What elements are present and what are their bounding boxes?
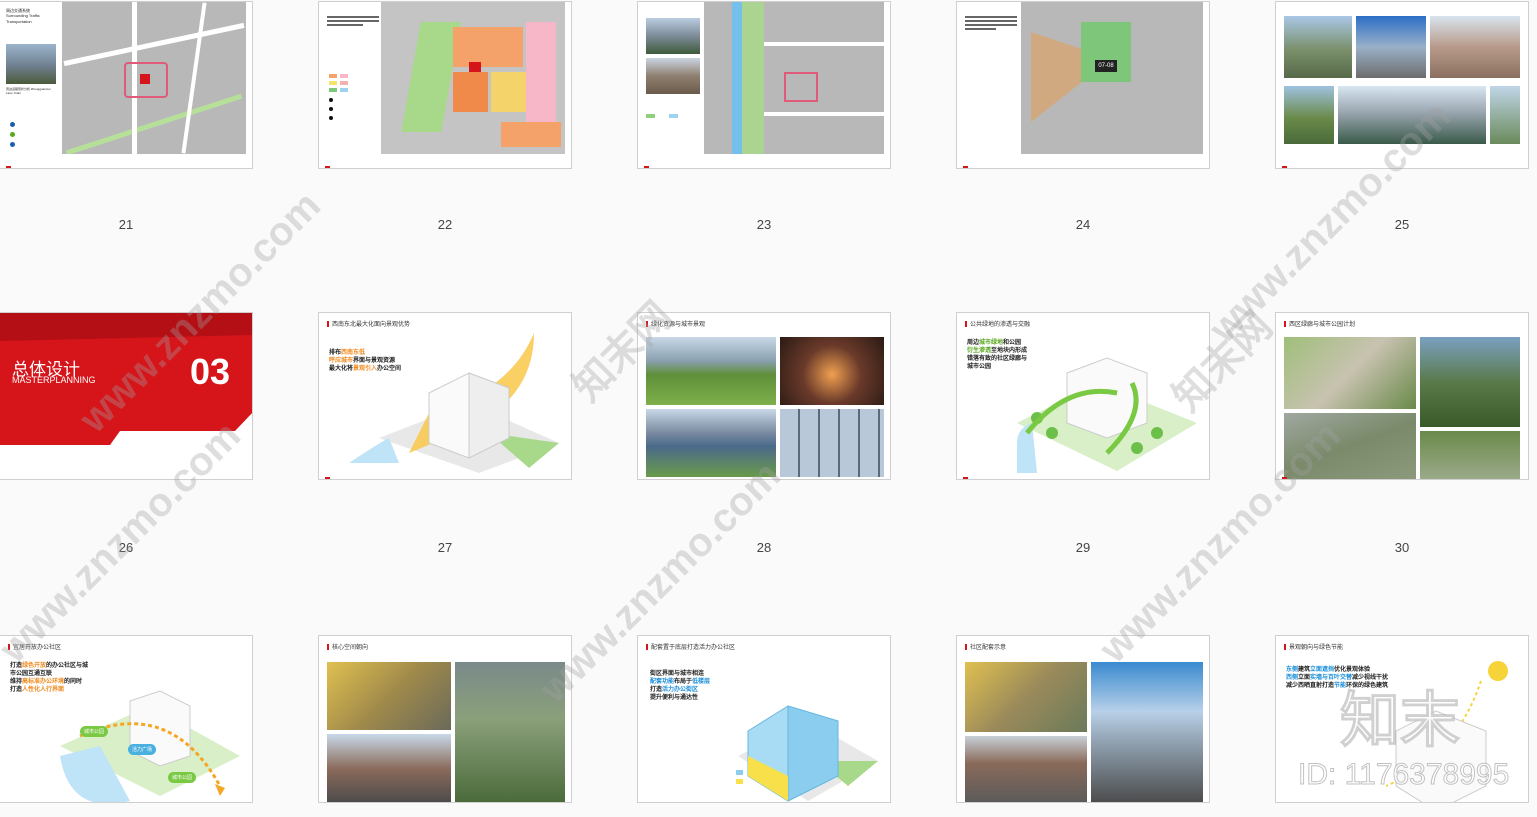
slide-thumbnail-27[interactable]: 西南东北最大化面向景观优势 排布西南东低 呼应城市界面与景观资源 最大化将景观引… xyxy=(318,312,572,480)
slide28-photo-lounge xyxy=(780,337,884,405)
slide24-text-block xyxy=(965,16,1017,32)
slide27-massing-diagram xyxy=(349,333,559,473)
slide-number: 23 xyxy=(756,217,772,232)
slide-number: 26 xyxy=(118,540,134,555)
slide34-photo-2 xyxy=(965,736,1087,802)
slide-number: 29 xyxy=(1075,540,1091,555)
slide28-title: 绿化资源与城市景观 xyxy=(646,319,705,328)
slide-footer xyxy=(325,160,425,168)
watermark-id: ID: 1176378995 xyxy=(1297,758,1510,792)
slide28-photo-waterfront xyxy=(646,409,776,477)
slide30-title: 西区绿廊与城市公园计划 xyxy=(1284,319,1355,328)
slide-number: 30 xyxy=(1394,540,1410,555)
slide33-legend xyxy=(736,770,743,784)
slide-thumbnail-34[interactable]: 社区配套示意 xyxy=(956,635,1210,803)
slide22-text-block xyxy=(327,16,379,28)
slide-footer xyxy=(1282,471,1382,479)
slide-thumbnail-28[interactable]: 绿化资源与城市景观 xyxy=(637,312,891,480)
slide34-title: 社区配套示意 xyxy=(965,642,1006,651)
slide-thumbnail-26[interactable]: 总体设计 MASTERPLANNING 03 xyxy=(0,312,253,480)
slide-number: 21 xyxy=(118,217,134,232)
slide25-photo-6 xyxy=(1490,86,1520,144)
slide26-en-title: MASTERPLANNING xyxy=(12,375,96,385)
slide26-section-number: 03 xyxy=(190,351,231,392)
slide31-tag-3: 城市公园 xyxy=(168,772,197,783)
slide33-massing-diagram xyxy=(738,705,878,802)
slide-number: 22 xyxy=(437,217,453,232)
slide21-caption: 周边道路现状分析 Zhongguancun Lane Yulan xyxy=(6,87,51,96)
slide23-green-map xyxy=(704,2,884,154)
slide-number: 24 xyxy=(1075,217,1091,232)
slide-footer xyxy=(963,160,1063,168)
slide-footer xyxy=(963,471,1063,479)
slide31-tag-2: 活力广场 xyxy=(128,744,157,755)
slide31-tag-1: 城市公园 xyxy=(80,726,109,737)
slide-thumbnail-21[interactable]: 周边交通系统 Surrounding Traffic Transportatio… xyxy=(0,1,253,169)
slide30-photo-2 xyxy=(1420,337,1520,427)
slide-footer xyxy=(644,160,744,168)
slide23-legend xyxy=(646,114,678,118)
slide-thumbnail-24[interactable]: 07-08 xyxy=(956,1,1210,169)
slide34-photo-3 xyxy=(1091,662,1203,802)
slide32-title: 核心空间朝向 xyxy=(327,642,368,651)
slide22-legend xyxy=(329,74,369,120)
slide25-photo-3 xyxy=(1430,16,1520,78)
slide25-photo-1 xyxy=(1284,16,1352,78)
slide21-subheading: Surrounding Traffic Transportation xyxy=(6,13,40,24)
slide-number: 25 xyxy=(1394,217,1410,232)
slide-footer xyxy=(1282,160,1382,168)
slide-thumbnail-32[interactable]: 核心空间朝向 xyxy=(318,635,572,803)
slide25-photo-4 xyxy=(1284,86,1334,144)
slide-thumbnail-23[interactable] xyxy=(637,1,891,169)
slide-number: 28 xyxy=(756,540,772,555)
slide-thumbnail-30[interactable]: 西区绿廊与城市公园计划 xyxy=(1275,312,1529,480)
slide26-red-banner xyxy=(0,313,252,445)
slide29-green-diagram xyxy=(1017,357,1197,473)
slide-thumbnail-22[interactable] xyxy=(318,1,572,169)
slide30-photo-1 xyxy=(1284,337,1416,409)
slide-thumbnail-33[interactable]: 配套置于底层打造活力办公社区 街区界面与城市相连 配套功能布局于低楼层 打造活力… xyxy=(637,635,891,803)
slide23-photo-1 xyxy=(646,18,700,54)
slide31-diagram xyxy=(60,690,240,802)
slide-thumbnail-29[interactable]: 公共绿地的渗透与交融 周边城市绿地和公园 衍生渗透至地块内形成 错落有致的社区绿… xyxy=(956,312,1210,480)
slide22-landuse-map xyxy=(381,2,565,154)
slide32-photo-3 xyxy=(455,662,565,802)
slide25-photo-2 xyxy=(1356,16,1426,78)
slide21-legend xyxy=(10,122,15,147)
slide21-photo xyxy=(6,44,56,84)
slide32-photo-2 xyxy=(327,734,451,802)
slide24-site-label: 07-08 xyxy=(1095,60,1117,72)
slide28-photo-office-view xyxy=(780,409,884,477)
slide-footer xyxy=(6,160,106,168)
slide28-photo-park xyxy=(646,337,776,405)
watermark-logo: 知末 xyxy=(1340,687,1461,755)
slide24-view-map: 07-08 xyxy=(1021,2,1203,154)
slide23-photo-2 xyxy=(646,58,700,94)
slide34-photo-1 xyxy=(965,662,1087,732)
slide-number: 27 xyxy=(437,540,453,555)
slide25-photo-5 xyxy=(1338,86,1486,144)
slide-thumbnail-31[interactable]: 宜居开放办公社区 打造绿色开放的办公社区与城 市公园互通互联 维持高标准办公环境… xyxy=(0,635,253,803)
slide30-photo-4 xyxy=(1420,431,1520,479)
slide30-photo-3 xyxy=(1284,413,1416,479)
slide-footer xyxy=(325,471,425,479)
slide-thumbnail-25[interactable] xyxy=(1275,1,1529,169)
slide21-site-map xyxy=(62,2,246,154)
slide32-photo-1 xyxy=(327,662,451,730)
